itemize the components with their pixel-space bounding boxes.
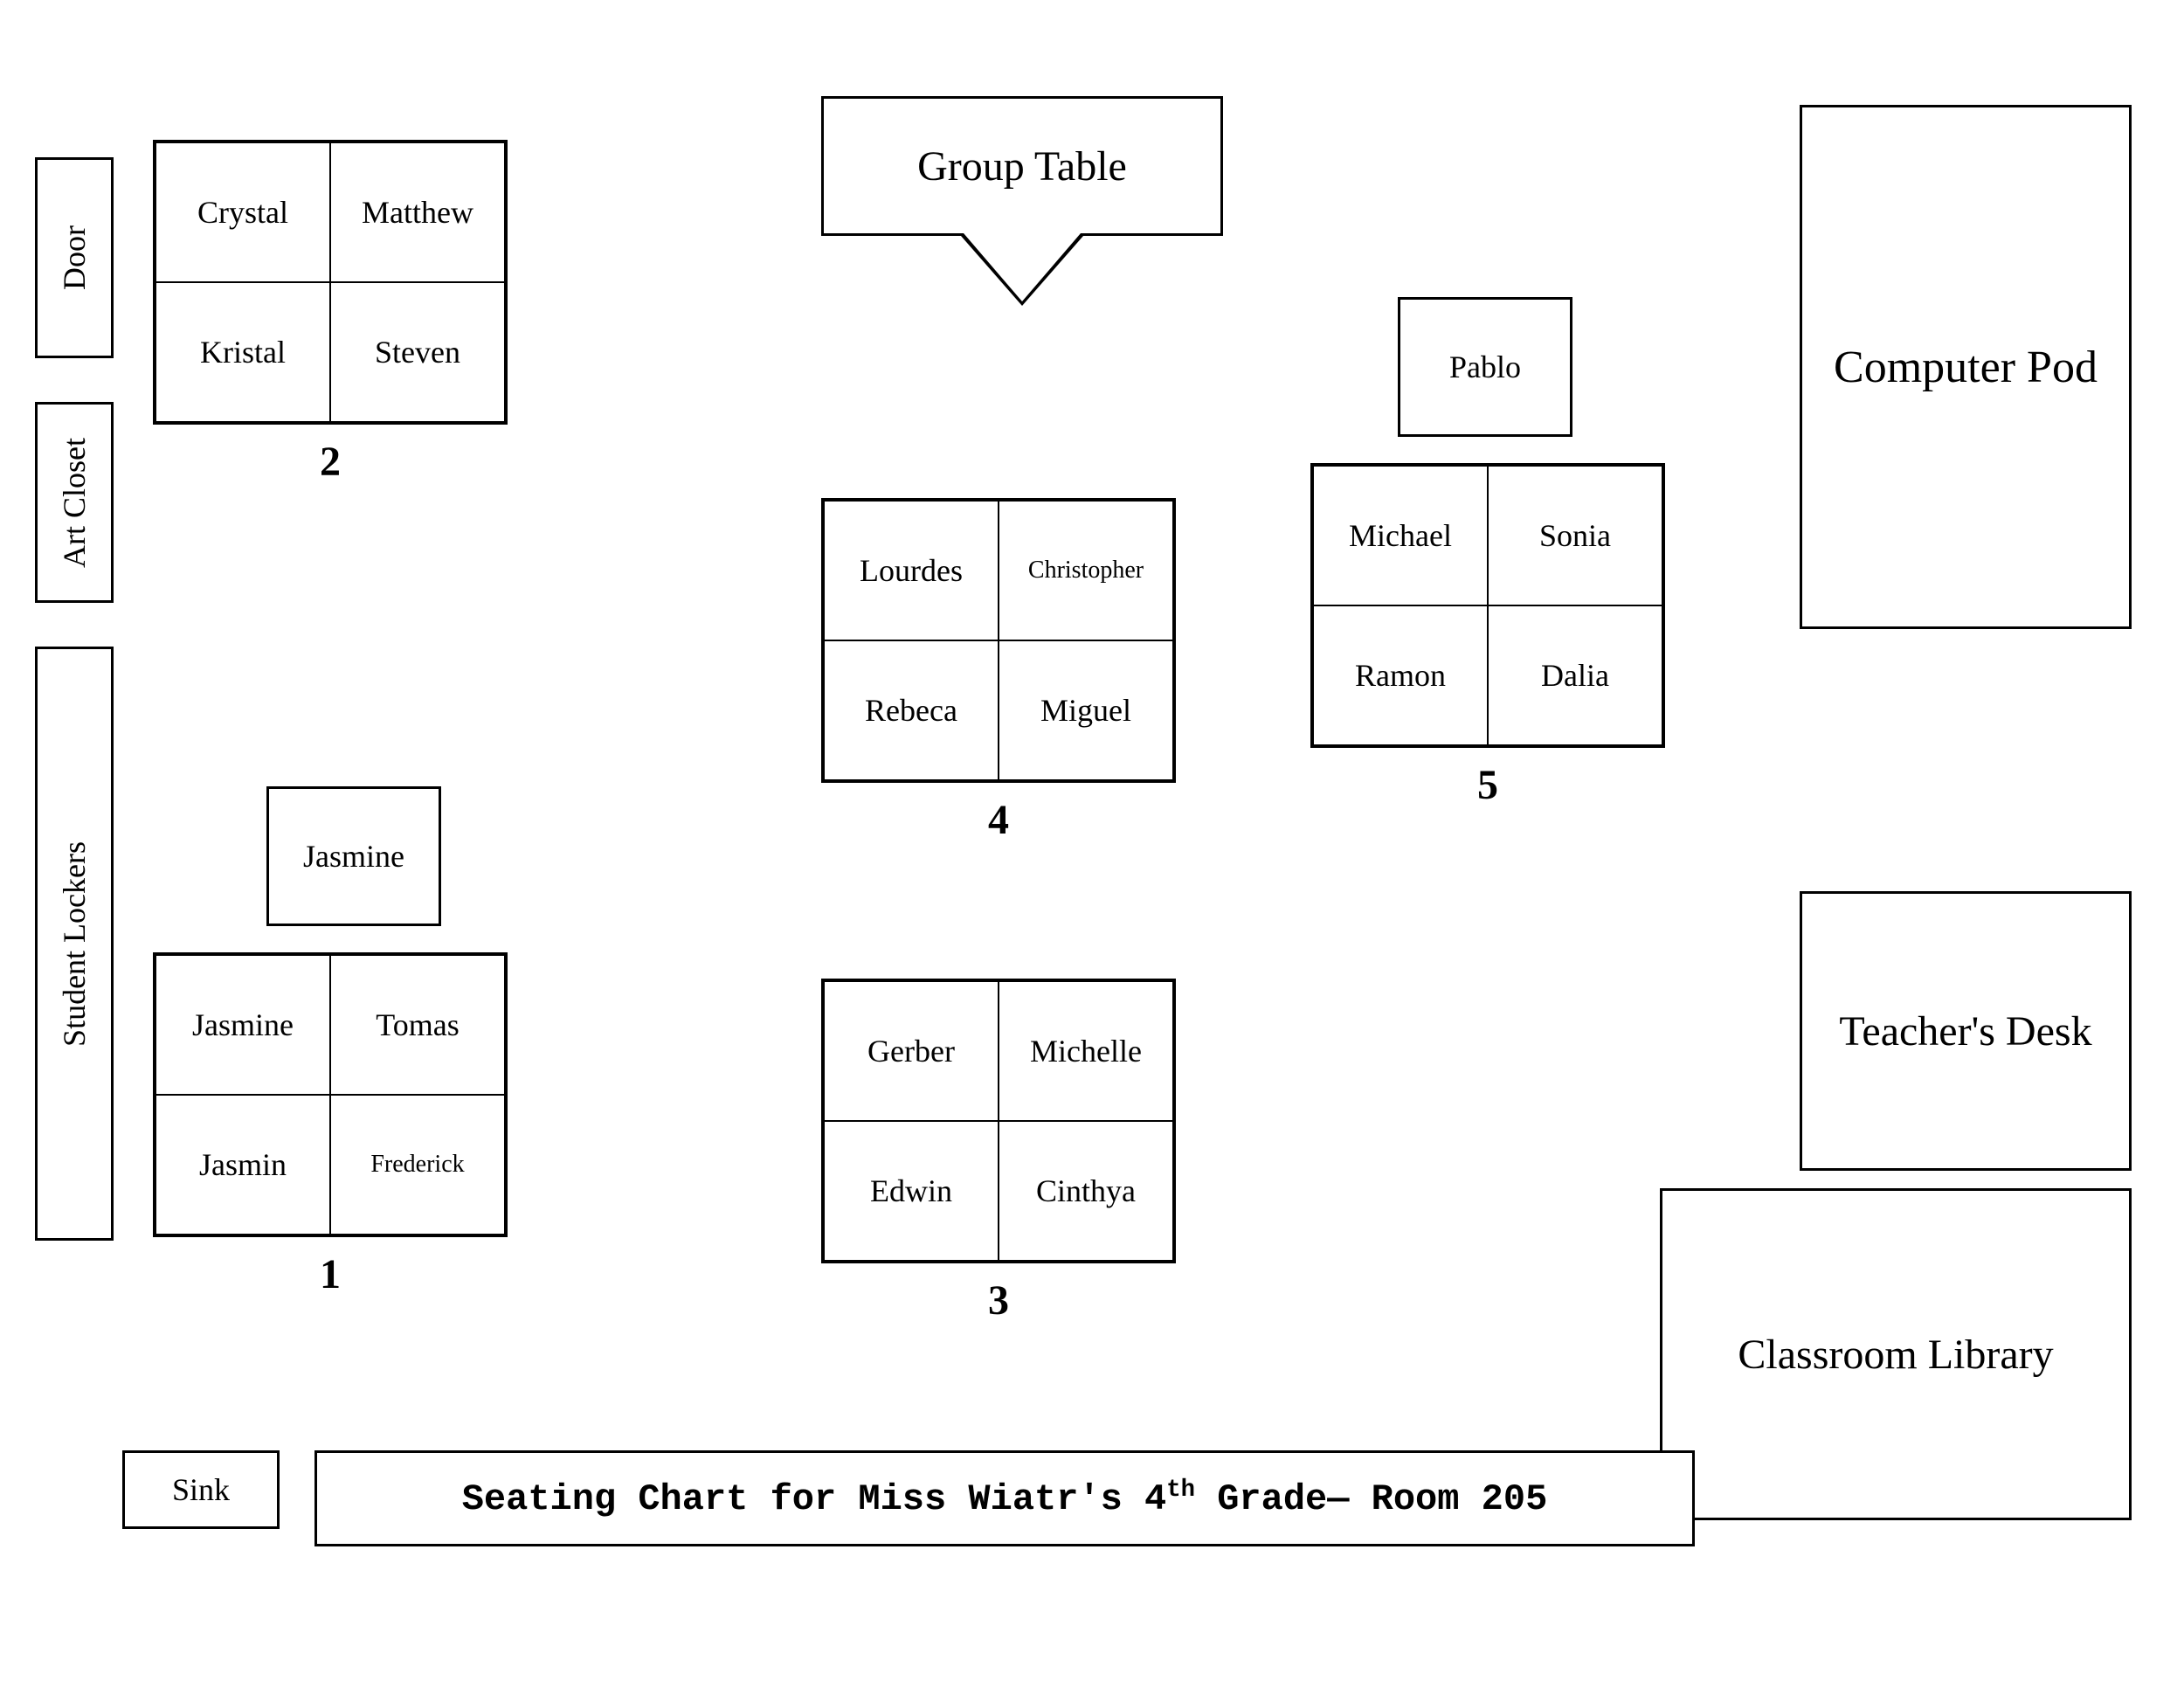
cluster-2-number: 2	[320, 438, 341, 486]
cluster-1-grid: Jasmine Tomas Jasmin Frederick	[153, 952, 508, 1237]
desk-edwin: Edwin	[824, 1121, 999, 1261]
cluster-1-number: 1	[320, 1250, 341, 1298]
teachers-desk-label: Teacher's Desk	[1800, 891, 2132, 1171]
desk-sonia: Sonia	[1488, 466, 1662, 605]
cluster-5-number: 5	[1477, 761, 1498, 809]
room-container: Door Art Closet Student Lockers Sink Gro…	[0, 0, 2184, 1688]
group-table-box: Group Table	[821, 96, 1223, 236]
cluster-3: Gerber Michelle Edwin Cinthya 3	[821, 979, 1176, 1263]
desk-lourdes: Lourdes	[824, 501, 999, 640]
cluster-5-grid: Michael Sonia Ramon Dalia	[1310, 463, 1665, 748]
cluster-4: Lourdes Christopher Rebeca Miguel 4	[821, 498, 1176, 783]
desk-crystal: Crystal	[156, 142, 330, 282]
art-closet-label: Art Closet	[35, 402, 114, 603]
student-lockers-label: Student Lockers	[35, 647, 114, 1241]
cluster-3-grid: Gerber Michelle Edwin Cinthya	[821, 979, 1176, 1263]
desk-steven: Steven	[330, 282, 505, 422]
door-label: Door	[35, 157, 114, 358]
group-table: Group Table	[821, 96, 1223, 306]
desk-dalia: Dalia	[1488, 605, 1662, 745]
classroom-library-label: Classroom Library	[1660, 1188, 2132, 1520]
cluster-4-number: 4	[988, 796, 1009, 844]
desk-ramon: Ramon	[1313, 605, 1488, 745]
computer-pod-label: Computer Pod	[1800, 105, 2132, 629]
desk-michelle: Michelle	[999, 981, 1173, 1121]
desk-christopher: Christopher	[999, 501, 1173, 640]
desk-frederick: Frederick	[330, 1095, 505, 1235]
title-text: Seating Chart for Miss Wiatr's 4th Grade…	[462, 1477, 1548, 1520]
desk-jasmine: Jasmine	[156, 955, 330, 1095]
desk-kristal: Kristal	[156, 282, 330, 422]
cluster-3-number: 3	[988, 1276, 1009, 1325]
desk-jasmine-single: Jasmine	[266, 786, 441, 926]
desk-gerber: Gerber	[824, 981, 999, 1121]
desk-michael: Michael	[1313, 466, 1488, 605]
desk-tomas: Tomas	[330, 955, 505, 1095]
desk-jasmin: Jasmin	[156, 1095, 330, 1235]
desk-rebeca: Rebeca	[824, 640, 999, 780]
cluster-2-grid: Crystal Matthew Kristal Steven	[153, 140, 508, 425]
desk-pablo: Pablo	[1398, 297, 1572, 437]
desk-cinthya: Cinthya	[999, 1121, 1173, 1261]
cluster-1: Jasmine Tomas Jasmin Frederick 1	[153, 952, 508, 1237]
sink-label: Sink	[122, 1450, 280, 1529]
cluster-2: Crystal Matthew Kristal Steven 2	[153, 140, 508, 425]
title-box: Seating Chart for Miss Wiatr's 4th Grade…	[314, 1450, 1695, 1546]
cluster-4-grid: Lourdes Christopher Rebeca Miguel	[821, 498, 1176, 783]
desk-matthew: Matthew	[330, 142, 505, 282]
cluster-5: Michael Sonia Ramon Dalia 5	[1310, 463, 1665, 748]
desk-miguel: Miguel	[999, 640, 1173, 780]
